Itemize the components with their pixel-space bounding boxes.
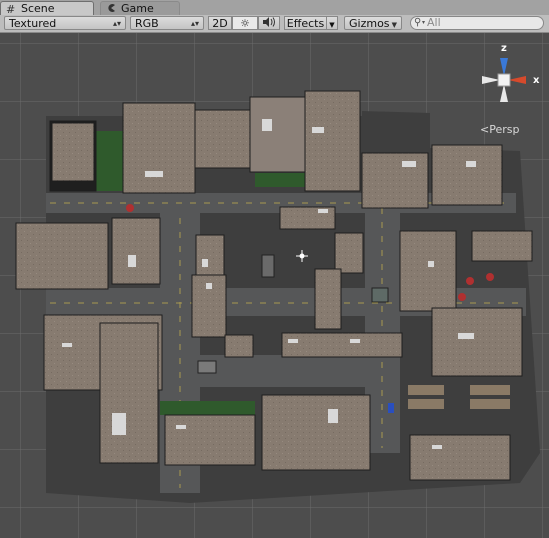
tab-bar: # Scene Game <box>0 0 549 16</box>
building-13 <box>399 230 457 312</box>
building-21 <box>431 307 523 377</box>
sun-icon: ☼ <box>240 17 250 30</box>
orientation-gizmo <box>482 58 526 102</box>
tab-scene[interactable]: # Scene <box>0 1 94 16</box>
building-14 <box>471 230 533 262</box>
chevron-down-icon: ▾ <box>422 19 426 26</box>
toggle-2d-button[interactable]: 2D <box>208 16 232 30</box>
gizmo-z-axis-cone <box>500 58 508 76</box>
building-20 <box>99 322 159 464</box>
building-10 <box>195 234 225 276</box>
render-mode-value: RGB <box>135 17 159 30</box>
chevron-down-icon: ▼ <box>329 21 335 29</box>
building-18 <box>281 332 403 358</box>
projection-label: Persp <box>489 123 520 136</box>
building-7 <box>431 144 503 206</box>
building-9 <box>111 217 161 285</box>
gizmo-x-axis-cone <box>508 76 526 84</box>
building-24 <box>409 434 511 481</box>
hierarchy-search-input[interactable]: ⚲ ▾ All <box>410 16 544 30</box>
tab-game-label: Game <box>121 2 154 15</box>
effects-dropdown-arrow[interactable]: ▼ <box>326 16 338 30</box>
render-mode-dropdown[interactable]: RGB ▴▾ <box>130 16 204 30</box>
updown-arrow-icon: ▴▾ <box>112 19 121 28</box>
chevron-down-icon: ▼ <box>391 21 397 29</box>
effects-button[interactable]: Effects <box>284 16 326 30</box>
building-4 <box>249 96 306 173</box>
chevron-left-icon: < <box>480 123 490 136</box>
building-5 <box>304 90 361 192</box>
building-16 <box>314 268 342 330</box>
scene-audio-toggle[interactable] <box>258 16 280 30</box>
gizmo-z-label: z <box>501 43 507 54</box>
gizmo-x-label: x <box>533 75 540 86</box>
gizmos-label: Gizmos <box>349 17 390 30</box>
building-12 <box>334 232 364 274</box>
speaker-icon <box>262 17 276 30</box>
updown-arrow-icon: ▴▾ <box>190 19 199 28</box>
building-22 <box>164 414 256 466</box>
scene-viewport[interactable]: z x <Persp <box>0 33 549 538</box>
effects-label: Effects <box>286 17 325 30</box>
gizmo-center-cube <box>497 73 511 87</box>
scene-lighting-toggle[interactable]: ☼ <box>232 16 258 30</box>
building-3 <box>194 109 251 169</box>
gizmos-dropdown[interactable]: Gizmos ▼ <box>344 16 402 30</box>
toggle-2d-label: 2D <box>212 17 228 30</box>
building-6 <box>361 152 429 209</box>
building-2 <box>122 102 196 194</box>
search-placeholder: All <box>427 16 441 29</box>
tab-game[interactable]: Game <box>100 1 180 16</box>
gizmo-y-axis-cone <box>500 84 508 102</box>
search-icon: ⚲ <box>414 17 422 28</box>
building-17 <box>224 334 254 358</box>
shading-mode-dropdown[interactable]: Textured ▴▾ <box>4 16 126 30</box>
gizmo-negx-axis-cone <box>482 76 500 84</box>
building-8 <box>15 222 109 290</box>
city-level-view <box>15 58 540 503</box>
scene-toolbar: Textured ▴▾ RGB ▴▾ 2D ☼ Effects ▼ Gizmos… <box>0 15 549 33</box>
shading-mode-value: Textured <box>9 17 57 30</box>
projection-toggle[interactable]: <Persp <box>480 123 519 136</box>
tab-scene-label: Scene <box>21 2 55 15</box>
building-23 <box>261 394 371 471</box>
